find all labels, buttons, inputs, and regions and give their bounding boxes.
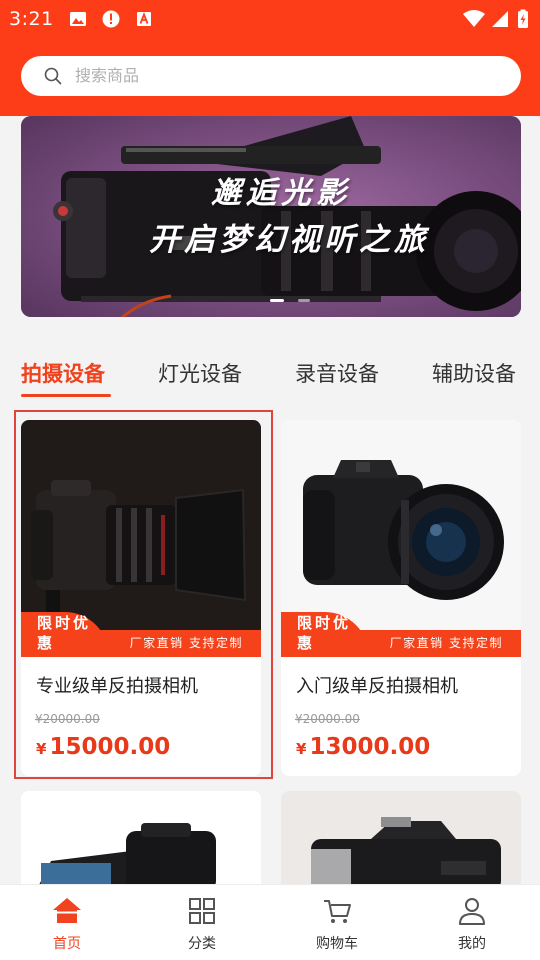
promo-tag-label: 限时优惠	[297, 614, 352, 652]
product-name: 专业级单反拍摄相机	[36, 676, 198, 697]
price-value: 15000.00	[49, 734, 171, 760]
bridge-camera-image	[281, 791, 521, 891]
search-input[interactable]: 搜索商品	[21, 56, 521, 96]
promo-tag: 限时优惠	[21, 612, 109, 657]
tab-lighting[interactable]: 灯光设备	[158, 352, 242, 396]
banner-subtitle: 开启梦幻视听之旅	[149, 222, 429, 258]
promo-text: 厂家直销 支持定制	[389, 636, 503, 650]
nav-category-label: 分类	[188, 936, 216, 952]
tab-active-indicator	[21, 394, 111, 397]
status-bar: 3:21	[0, 0, 540, 38]
promo-tag-label: 限时优惠	[37, 614, 92, 652]
search-icon	[44, 67, 62, 85]
promo-tag: 限时优惠	[281, 612, 369, 657]
product-card[interactable]	[281, 791, 521, 891]
price-value: 13000.00	[309, 734, 431, 760]
nav-home[interactable]: 首页	[7, 885, 127, 960]
home-icon	[53, 898, 81, 923]
search-placeholder: 搜索商品	[75, 66, 140, 85]
product-card[interactable]	[21, 791, 261, 891]
tab-shooting[interactable]: 拍摄设备	[21, 352, 105, 396]
carousel-indicator	[270, 299, 315, 303]
nav-profile[interactable]: 我的	[412, 885, 532, 960]
original-price: ¥20000.00	[295, 712, 360, 726]
tab-recording[interactable]: 录音设备	[295, 352, 379, 396]
currency-symbol: ¥	[36, 740, 47, 758]
header: 3:21 搜索商品	[0, 0, 540, 116]
battery-charging-icon	[518, 9, 528, 28]
carousel-dot-active	[270, 299, 284, 302]
carousel-dot	[298, 299, 310, 302]
promo-bar: 限时优惠 厂家直销 支持定制	[281, 612, 521, 657]
tab-auxiliary[interactable]: 辅助设备	[432, 352, 516, 396]
promo-text: 厂家直销 支持定制	[129, 636, 243, 650]
product-name: 入门级单反拍摄相机	[296, 676, 458, 697]
nav-cart[interactable]: 购物车	[277, 885, 397, 960]
user-icon	[459, 898, 485, 925]
camcorder-image	[21, 791, 261, 891]
product-price: ¥13000.00	[296, 734, 430, 760]
grid-icon	[189, 898, 215, 924]
original-price: ¥20000.00	[35, 712, 100, 726]
promo-banner[interactable]: 邂逅光影 开启梦幻视听之旅	[21, 116, 521, 317]
image-notification-icon	[70, 12, 86, 26]
currency-symbol: ¥	[296, 740, 307, 758]
product-card[interactable]: 限时优惠 厂家直销 支持定制 入门级单反拍摄相机 ¥20000.00 ¥1300…	[281, 420, 521, 776]
cart-icon	[324, 900, 351, 923]
nav-cart-label: 购物车	[316, 936, 358, 952]
nav-profile-label: 我的	[458, 936, 486, 952]
alert-icon	[102, 10, 120, 28]
product-card[interactable]: 限时优惠 厂家直销 支持定制 专业级单反拍摄相机 ¥20000.00 ¥1500…	[21, 420, 261, 776]
font-notification-icon	[137, 12, 151, 26]
signal-icon	[492, 11, 508, 27]
bottom-navigation: 首页 分类 购物车 我的	[0, 884, 540, 960]
product-price: ¥15000.00	[36, 734, 170, 760]
banner-title: 邂逅光影	[211, 176, 351, 211]
status-time: 3:21	[9, 8, 54, 30]
nav-home-label: 首页	[53, 936, 81, 952]
wifi-icon	[463, 10, 485, 27]
nav-category[interactable]: 分类	[142, 885, 262, 960]
promo-bar: 限时优惠 厂家直销 支持定制	[21, 612, 261, 657]
